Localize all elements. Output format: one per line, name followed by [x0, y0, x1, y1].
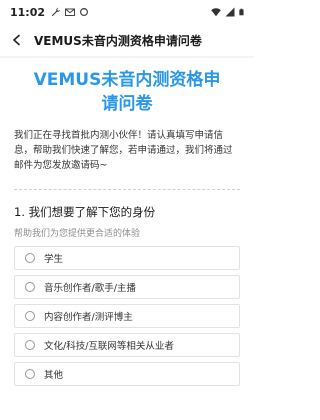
survey-intro: 我们正在寻找首批内测小伙伴！请认真填写申请信息，帮助我们快速了解您，若申请通过，…	[14, 130, 233, 171]
signal-icon	[225, 7, 235, 17]
status-system-icons	[211, 7, 246, 17]
option-music-creator[interactable]: 音乐创作者/歌手/主播	[14, 275, 240, 299]
option-content-creator[interactable]: 内容创作者/测评博主	[14, 304, 240, 328]
back-arrow-icon	[13, 34, 20, 46]
app-bar-title: VEMUS未音内测资格申请问卷	[34, 33, 202, 48]
question-options: 学生 音乐创作者/歌手/主播 内容创作者/测评博主 文化/科技/互联网等相关从业…	[14, 246, 240, 386]
app-bar: VEMUS未音内测资格申请问卷	[0, 24, 254, 56]
option-label: 内容创作者/测评博主	[44, 312, 133, 323]
radio-icon[interactable]	[25, 369, 35, 379]
section-divider	[14, 189, 240, 190]
sync-icon	[80, 7, 89, 17]
option-student[interactable]: 学生	[14, 246, 240, 270]
question-title: 1. 我们想要了解下您的身份	[14, 205, 156, 219]
option-label: 音乐创作者/歌手/主播	[44, 283, 136, 294]
radio-icon[interactable]	[25, 311, 35, 321]
survey-card: VEMUS未音内测资格申请问卷 我们正在寻找首批内测小伙伴！请认真填写申请信息，…	[0, 58, 254, 420]
question-hint: 帮助我们为您提供更合适的体验	[14, 229, 141, 239]
radio-icon[interactable]	[25, 340, 35, 350]
option-label: 其他	[44, 370, 64, 381]
status-bar: 11:02	[0, 0, 254, 24]
survey-title: VEMUS未音内测资格申请问卷	[33, 70, 221, 114]
back-button[interactable]	[6, 29, 28, 51]
option-label: 学生	[44, 254, 64, 265]
option-industry-professional[interactable]: 文化/科技/互联网等相关从业者	[14, 333, 240, 357]
status-notification-icons	[51, 7, 89, 17]
battery-icon	[239, 8, 244, 16]
radio-icon[interactable]	[25, 282, 35, 292]
status-time: 11:02	[10, 5, 46, 19]
wifi-icon	[211, 8, 221, 17]
screen: 11:02 VEMUS未音内测资格申请问卷 VEMUS未音内测资格申请问卷 我们…	[0, 0, 254, 420]
email-icon	[65, 8, 76, 16]
radio-icon[interactable]	[25, 253, 35, 263]
option-other[interactable]: 其他	[14, 362, 240, 386]
option-label: 文化/科技/互联网等相关从业者	[44, 341, 174, 352]
wrench-icon	[51, 7, 61, 17]
